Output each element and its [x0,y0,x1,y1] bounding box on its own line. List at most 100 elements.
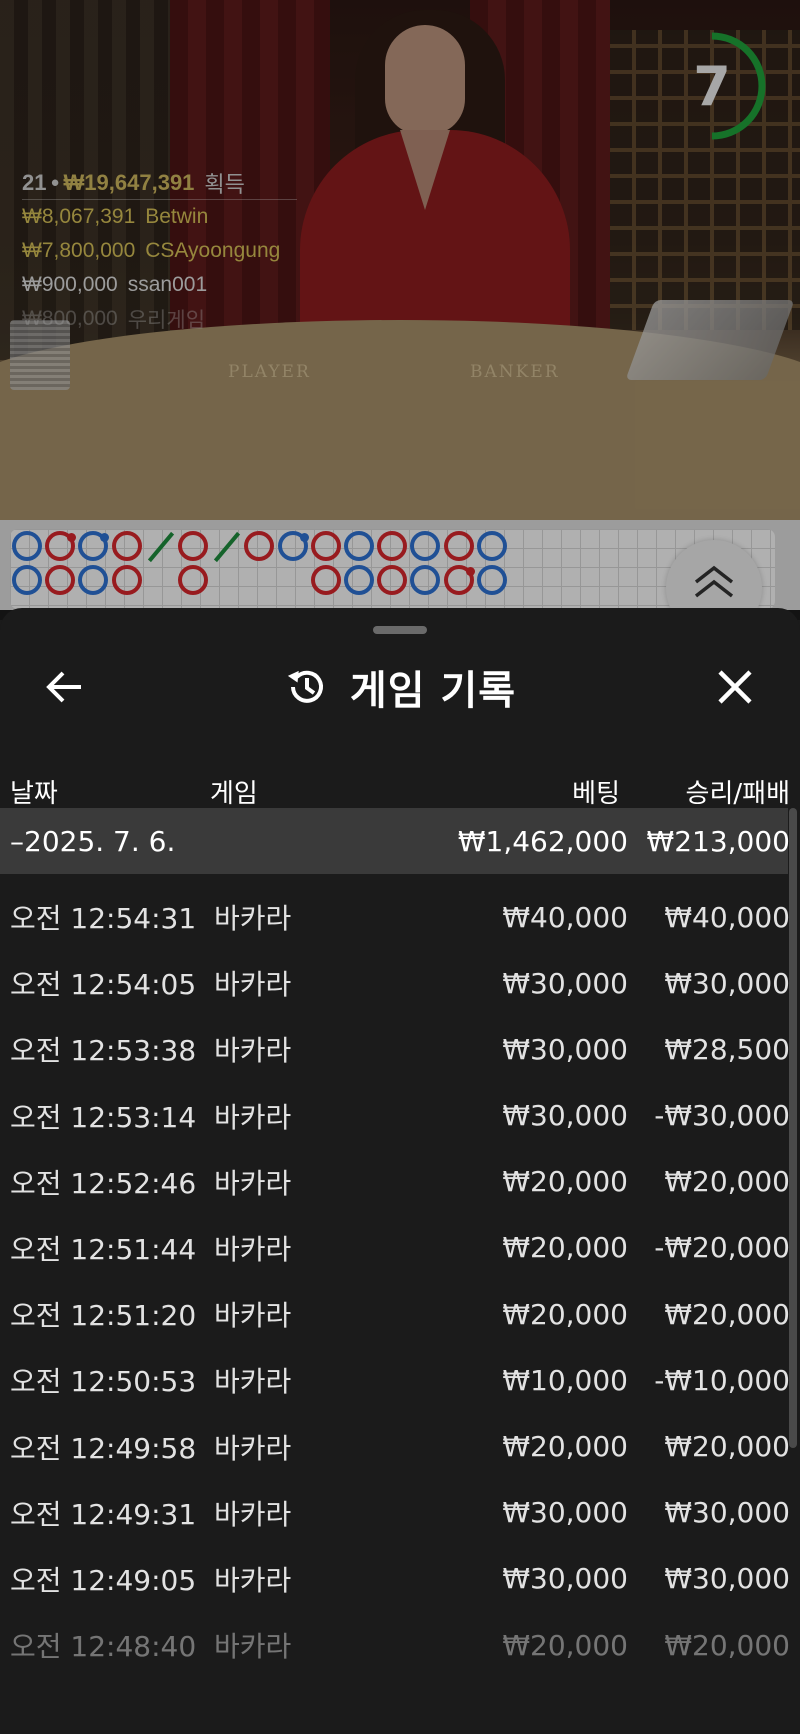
row-result: ₩20,000 [664,1430,790,1463]
close-button[interactable] [710,662,760,712]
row-game: 바카라 [214,1232,292,1266]
road-pair-dot [299,533,309,542]
row-time: 오전 12:49:05 [10,1563,197,1597]
row-result: ₩20,000 [664,1165,790,1199]
winner-amount: ₩900,000 [22,273,118,296]
history-row[interactable]: 오전 12:54:05 바카라 ₩30,000 ₩30,000 [0,950,800,1016]
row-bet: ₩30,000 [502,1099,628,1133]
row-time: 오전 12:49:31 [10,1497,197,1531]
road-cell-banker [310,565,341,595]
row-result: ₩20,000 [664,1297,790,1331]
countdown-timer: 7 [668,30,768,142]
row-time: 오전 12:50:53 [10,1365,197,1399]
road-cell-banker [443,531,474,561]
road-cell-tie [211,531,241,561]
road-cell-player [78,565,109,595]
history-row[interactable]: 오전 12:52:46 바카라 ₩20,000 ₩20,000 [0,1149,800,1215]
road-cell-player [476,565,507,595]
row-result: -₩20,000 [654,1231,790,1265]
row-bet: ₩20,000 [502,1430,628,1463]
winner-amount: ₩8,067,391 [22,205,136,228]
row-game: 바카라 [214,1497,292,1531]
road-cell-banker [310,531,341,561]
row-bet: ₩40,000 [502,900,628,934]
user-icon: ● [50,174,60,191]
road-cell-banker [111,565,142,595]
row-time: 오전 12:53:38 [10,1034,197,1068]
winner-name: CSAyoongung [145,239,281,262]
card-shoe [625,300,795,380]
row-game: 바카라 [214,1563,292,1597]
row-time: 오전 12:49:58 [10,1431,197,1465]
road-cell-player [344,531,374,561]
day-summary-row[interactable]: –2025. 7. 6. ₩1,462,000 ₩213,000 [0,808,790,874]
row-bet: ₩30,000 [502,1496,628,1530]
back-button[interactable] [40,662,90,712]
winner-row: ₩900,000 ssan001 [22,268,297,302]
row-bet: ₩20,000 [502,1165,628,1199]
history-row[interactable]: 오전 12:50:53 바카라 ₩10,000 -₩10,000 [0,1347,800,1413]
scrollbar[interactable] [789,808,797,1448]
road-cell-banker [178,565,208,595]
winner-amount: ₩7,800,000 [22,239,136,262]
road-cell-banker [244,531,275,561]
road-pair-dot [67,533,77,542]
winner-name: ssan001 [127,273,208,296]
row-time: 오전 12:51:20 [10,1299,197,1333]
winners-label: 획득 [204,171,245,197]
row-time: 오전 12:54:05 [10,968,197,1002]
sheet-title: 게임 기록 [349,668,517,714]
game-history-sheet: 게임 기록 날짜 게임 베팅 승리/패배 –2025. 7. 6. ₩1,462… [0,608,800,1734]
history-row[interactable]: 오전 12:51:44 바카라 ₩20,000 -₩20,000 [0,1215,800,1281]
dealer-face [385,25,465,135]
road-cell-banker [45,565,76,595]
row-game: 바카라 [214,1100,292,1134]
row-result: ₩30,000 [664,1562,790,1596]
close-icon [718,670,752,704]
road-cell-banker [178,531,208,561]
road-cell-player [344,565,374,595]
road-cell-player [476,531,507,561]
road-cell-player [410,565,441,595]
history-row[interactable]: 오전 12:49:58 바카라 ₩20,000 ₩20,000 [0,1414,800,1480]
history-row[interactable]: 오전 12:51:20 바카라 ₩20,000 ₩20,000 [0,1281,800,1347]
row-bet: ₩30,000 [502,966,628,1000]
road-cell-player [410,531,441,561]
row-game: 바카라 [214,1034,292,1068]
history-row[interactable]: 오전 12:53:14 바카라 ₩30,000 -₩30,000 [0,1083,800,1149]
bead-road[interactable] [10,529,775,609]
road-cell-tie [145,531,175,561]
winners-count: 21 [22,169,47,195]
row-time: 오전 12:53:14 [10,1100,197,1134]
history-row[interactable]: 오전 12:48:40 바카라 ₩20,000 ₩20,000 [0,1612,800,1678]
title-group: 게임 기록 [0,642,800,732]
row-result: ₩30,000 [664,966,790,1000]
row-game: 바카라 [214,1431,292,1465]
road-cell-banker [377,565,408,595]
row-game: 바카라 [214,968,292,1002]
row-result: ₩40,000 [664,900,790,934]
row-time: 오전 12:51:44 [10,1232,197,1266]
row-game: 바카라 [214,1630,292,1664]
history-list: 오전 12:54:31 바카라 ₩40,000 ₩40,000 오전 12:54:05 바… [0,884,800,1678]
winner-row: ₩800,000 우리게임 [22,302,297,336]
row-bet: ₩30,000 [502,1562,628,1596]
row-result: -₩30,000 [654,1099,790,1133]
day-date: –2025. 7. 6. [10,824,176,858]
row-game: 바카라 [214,1299,292,1333]
row-result: ₩30,000 [664,1496,790,1530]
row-game: 바카라 [214,1365,292,1399]
day-bet-total: ₩1,462,000 [457,824,628,858]
sheet-drag-handle[interactable] [373,626,427,634]
row-bet: ₩20,000 [502,1231,628,1265]
road-cell-banker [377,531,408,561]
row-game: 바카라 [214,1166,292,1200]
table-label-player: PLAYER [228,362,311,382]
history-row[interactable]: 오전 12:53:38 바카라 ₩30,000 ₩28,500 [0,1016,800,1082]
history-row[interactable]: 오전 12:49:31 바카라 ₩30,000 ₩30,000 [0,1480,800,1546]
winner-row: ₩7,800,000 CSAyoongung [22,234,297,268]
sheet-header: 게임 기록 [0,642,800,732]
history-row[interactable]: 오전 12:49:05 바카라 ₩30,000 ₩30,000 [0,1546,800,1612]
history-row[interactable]: 오전 12:54:31 바카라 ₩40,000 ₩40,000 [0,884,800,950]
row-game: 바카라 [214,902,292,935]
